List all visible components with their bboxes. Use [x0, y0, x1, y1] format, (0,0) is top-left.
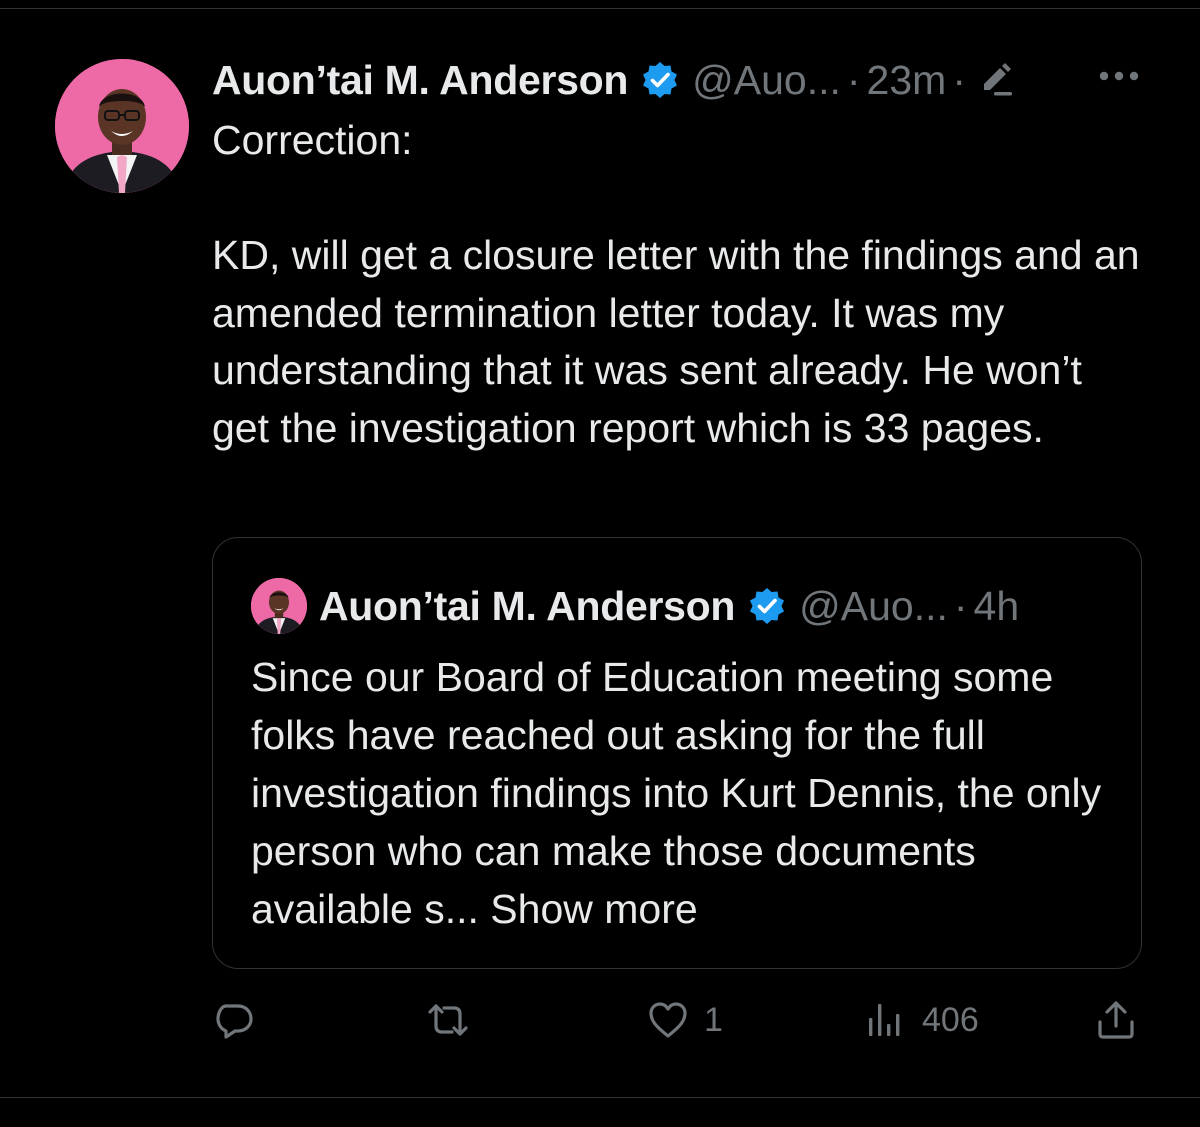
reply-icon [216, 1004, 253, 1039]
show-more-link[interactable]: Show more [490, 886, 697, 932]
tweet-action-bar: 1 406 [212, 995, 1142, 1045]
verified-badge-icon[interactable] [640, 60, 680, 100]
retweet-icon [428, 1004, 468, 1036]
share-button[interactable] [1094, 995, 1138, 1045]
tweet-timestamp[interactable]: 23m [867, 57, 947, 104]
separator-dot: · [953, 582, 968, 629]
quoted-tweet-timestamp: 4h [973, 582, 1020, 629]
quoted-tweet-text: Since our Board of Education meeting som… [251, 648, 1111, 938]
top-divider [0, 0, 1200, 9]
like-button[interactable]: 1 [646, 995, 723, 1045]
quoted-tweet-card[interactable]: Auon’tai M. Anderson @Auo... · 4h Since … [212, 537, 1142, 969]
retweet-button[interactable] [426, 995, 484, 1045]
views-count: 406 [922, 1000, 979, 1039]
views-chart-icon [869, 1004, 900, 1036]
more-options-icon[interactable] [1098, 64, 1140, 88]
share-icon [1098, 1001, 1134, 1039]
separator-dot: · [846, 56, 861, 103]
tweet-text: Correction: KD, will get a closure lette… [212, 117, 1140, 451]
verified-badge-icon [747, 586, 787, 626]
quoted-tweet-header: Auon’tai M. Anderson @Auo... · 4h [251, 578, 1019, 634]
heart-icon [649, 1002, 687, 1038]
author-name[interactable]: Auon’tai M. Anderson [212, 57, 628, 104]
like-count: 1 [704, 1000, 723, 1039]
author-avatar[interactable] [55, 59, 189, 193]
quoted-author-handle: @Auo... [799, 582, 948, 629]
reply-button[interactable] [212, 995, 270, 1045]
author-handle[interactable]: @Auo... [692, 57, 841, 104]
views-button[interactable]: 406 [864, 995, 979, 1045]
edit-pencil-icon[interactable] [976, 60, 1016, 100]
quoted-author-name: Auon’tai M. Anderson [319, 582, 736, 629]
tweet-header: Auon’tai M. Anderson @Auo... · 23m · [212, 52, 1016, 108]
separator-dot: · [952, 56, 966, 103]
quoted-author-avatar [251, 578, 307, 634]
bottom-divider [0, 1097, 1200, 1098]
